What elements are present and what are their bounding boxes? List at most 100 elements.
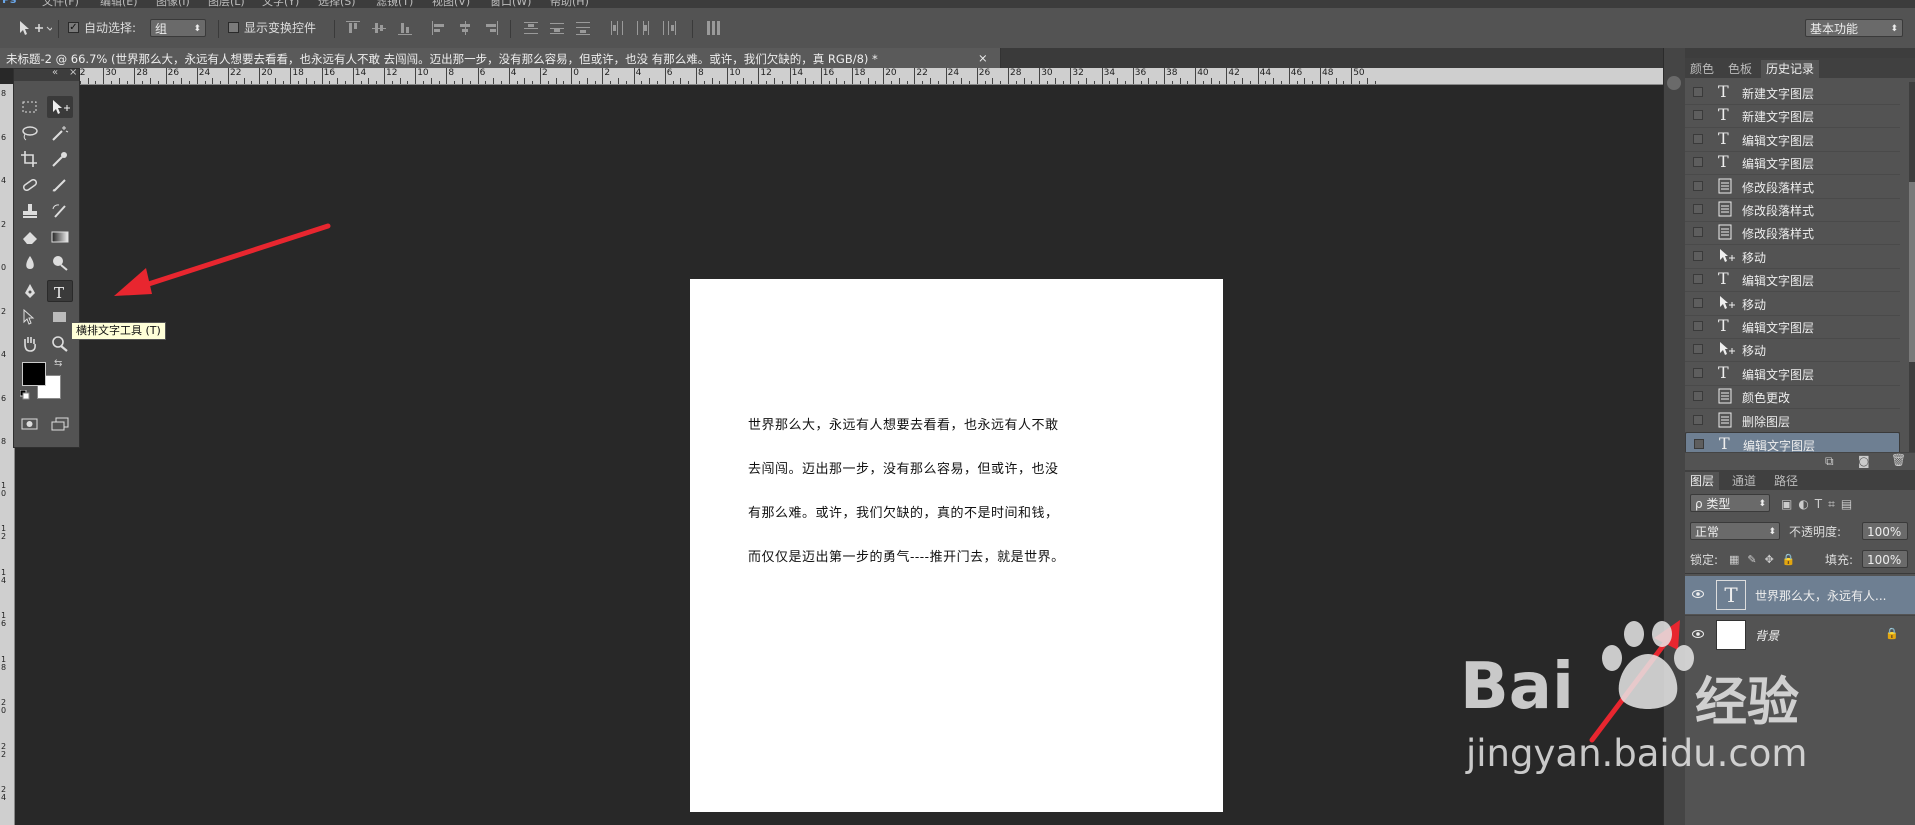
gradient-tool-icon[interactable]	[47, 226, 73, 248]
layer-name[interactable]: 背景	[1755, 627, 1779, 644]
align-right-icon[interactable]	[484, 21, 498, 35]
distribute-vcenter-icon[interactable]	[550, 21, 564, 35]
show-transform-checkbox[interactable]	[228, 22, 239, 33]
history-item[interactable]: T 新建文字图层	[1685, 104, 1900, 129]
history-snapshot-checkbox[interactable]	[1693, 110, 1703, 121]
canvas-text-line[interactable]: 有那么难。或许，我们欠缺的，真的不是时间和钱，	[748, 502, 1059, 521]
history-snapshot-checkbox[interactable]	[1693, 180, 1703, 191]
document-canvas[interactable]: 世界那么大，永远有人想要去看看，也永远有人不敢 去闯闯。迈出那一步，没有那么容易…	[690, 279, 1223, 812]
crop-tool-icon[interactable]	[17, 148, 43, 170]
distribute-right-icon[interactable]	[662, 21, 676, 35]
menu-item[interactable]: 视图(V)	[432, 0, 470, 8]
healing-brush-icon[interactable]	[17, 174, 43, 196]
distribute-top-icon[interactable]	[524, 21, 538, 35]
lasso-tool-icon[interactable]	[17, 122, 43, 144]
history-item[interactable]: T 编辑文字图层	[1685, 362, 1900, 386]
magic-wand-icon[interactable]	[47, 122, 73, 144]
align-top-icon[interactable]	[346, 21, 360, 35]
menu-item[interactable]: 文件(F)	[42, 0, 79, 8]
history-item[interactable]: T 新建文字图层	[1685, 81, 1900, 105]
distribute-left-icon[interactable]	[610, 21, 624, 35]
history-panel-header[interactable]	[1685, 48, 1915, 58]
lock-options-icons[interactable]: ▦✎✥🔒	[1729, 553, 1804, 566]
history-snapshot-checkbox[interactable]	[1693, 133, 1703, 144]
panel-dock-icon[interactable]	[1667, 76, 1681, 90]
history-item[interactable]: T 编辑文字图层	[1685, 151, 1900, 176]
swap-arrow-icon[interactable]: ⇆	[54, 359, 66, 369]
history-item[interactable]: 移动	[1685, 245, 1900, 269]
history-snapshot-checkbox[interactable]	[1693, 391, 1703, 402]
eraser-tool-icon[interactable]	[17, 226, 43, 248]
blend-mode-dropdown[interactable]: 正常 ⬍	[1690, 522, 1780, 540]
history-snapshot-checkbox[interactable]	[1693, 344, 1703, 355]
menu-item[interactable]: 选择(S)	[318, 0, 356, 8]
zoom-tool-icon[interactable]	[47, 333, 73, 355]
tab-channels[interactable]: 通道	[1727, 472, 1761, 490]
canvas-text-line[interactable]: 而仅仅是迈出第一步的勇气----推开门去，就是世界。	[748, 546, 1065, 565]
history-item[interactable]: 颜色更改	[1685, 385, 1900, 410]
canvas-text-line[interactable]: 去闯闯。迈出那一步，没有那么容易，但或许，也没	[748, 458, 1059, 477]
history-brush-icon[interactable]	[47, 200, 73, 222]
auto-select-dropdown[interactable]: 组 ⬍	[150, 19, 206, 37]
history-snapshot-checkbox[interactable]	[1693, 250, 1703, 261]
history-item[interactable]: 移动	[1685, 292, 1900, 316]
auto-align-icon[interactable]	[706, 21, 720, 35]
new-document-from-state-icon[interactable]: ⧉	[1825, 454, 1834, 469]
history-item[interactable]: 删除图层	[1685, 409, 1900, 433]
blur-tool-icon[interactable]	[17, 252, 43, 274]
path-selection-icon[interactable]	[17, 306, 43, 328]
history-item[interactable]: 移动	[1685, 338, 1900, 363]
history-snapshot-checkbox[interactable]	[1693, 87, 1703, 97]
screen-mode-icon[interactable]	[47, 414, 73, 436]
tab-layers[interactable]: 图层	[1685, 472, 1720, 490]
swap-colors-icon[interactable]	[49, 308, 71, 330]
menu-item[interactable]: 图像(I)	[156, 0, 190, 8]
foreground-color-swatch[interactable]	[22, 362, 46, 386]
opacity-input[interactable]: 100%	[1862, 522, 1908, 540]
eyedropper-icon[interactable]	[47, 148, 73, 170]
history-snapshot-checkbox[interactable]	[1693, 204, 1703, 214]
document-tab[interactable]: 未标题-2 @ 66.7% (世界那么大，永远有人想要去看看，也永远有人不敢 去…	[0, 48, 1001, 68]
eye-icon[interactable]	[1692, 589, 1704, 599]
tab-paths[interactable]: 路径	[1769, 472, 1803, 490]
tab-swatches[interactable]: 色板	[1723, 60, 1757, 78]
distribute-hcenter-icon[interactable]	[636, 21, 650, 35]
layer-row-background[interactable]: 背景 🔒	[1685, 615, 1915, 654]
workspace-dropdown[interactable]: 基本功能 ⬍	[1805, 19, 1903, 37]
hand-tool-icon[interactable]	[17, 333, 43, 355]
menu-item[interactable]: 滤镜(T)	[376, 0, 413, 8]
tab-color[interactable]: 颜色	[1685, 60, 1719, 78]
default-colors-icon[interactable]	[19, 389, 30, 400]
marquee-tool-icon[interactable]	[17, 96, 43, 118]
brush-tool-icon[interactable]	[47, 174, 73, 196]
align-vcenter-icon[interactable]	[372, 21, 386, 35]
layer-filter-dropdown[interactable]: ρ 类型 ⬍	[1690, 494, 1770, 512]
quick-mask-icon[interactable]	[17, 414, 43, 436]
move-tool-icon[interactable]	[47, 96, 73, 118]
menu-item[interactable]: 窗口(W)	[490, 0, 531, 8]
eye-icon[interactable]	[1692, 629, 1704, 639]
canvas-text-line[interactable]: 世界那么大，永远有人想要去看看，也永远有人不敢	[748, 414, 1059, 433]
close-icon[interactable]: ×	[69, 67, 77, 78]
history-snapshot-checkbox[interactable]	[1694, 439, 1704, 449]
horizontal-type-tool-icon[interactable]: T	[47, 280, 73, 302]
history-scroll-thumb[interactable]	[1909, 182, 1915, 362]
tab-history[interactable]: 历史记录	[1761, 60, 1820, 78]
history-item[interactable]: T 编辑文字图层	[1685, 315, 1900, 339]
align-hcenter-icon[interactable]	[458, 21, 472, 35]
camera-icon[interactable]: ◙	[1858, 454, 1870, 468]
history-item[interactable]: 修改段落样式	[1685, 221, 1900, 246]
history-snapshot-checkbox[interactable]	[1693, 321, 1703, 331]
layer-row-text[interactable]: T 世界那么大，永远有人...	[1685, 576, 1915, 614]
menu-item[interactable]: 文字(Y)	[262, 0, 299, 8]
close-icon[interactable]: ×	[978, 51, 988, 65]
history-item[interactable]: T 编辑文字图层	[1685, 128, 1900, 152]
menu-item[interactable]: 编辑(E)	[100, 0, 138, 8]
dodge-tool-icon[interactable]	[47, 252, 73, 274]
trash-icon[interactable]: 🗑	[1891, 453, 1906, 467]
menu-item[interactable]: 帮助(H)	[550, 0, 589, 8]
move-tool-preset-icon[interactable]	[18, 20, 54, 36]
layer-filter-icons[interactable]: ▣◐T⌗▤	[1781, 497, 1858, 512]
clone-stamp-icon[interactable]	[17, 200, 43, 222]
auto-select-checkbox[interactable]: ✓	[68, 22, 79, 33]
